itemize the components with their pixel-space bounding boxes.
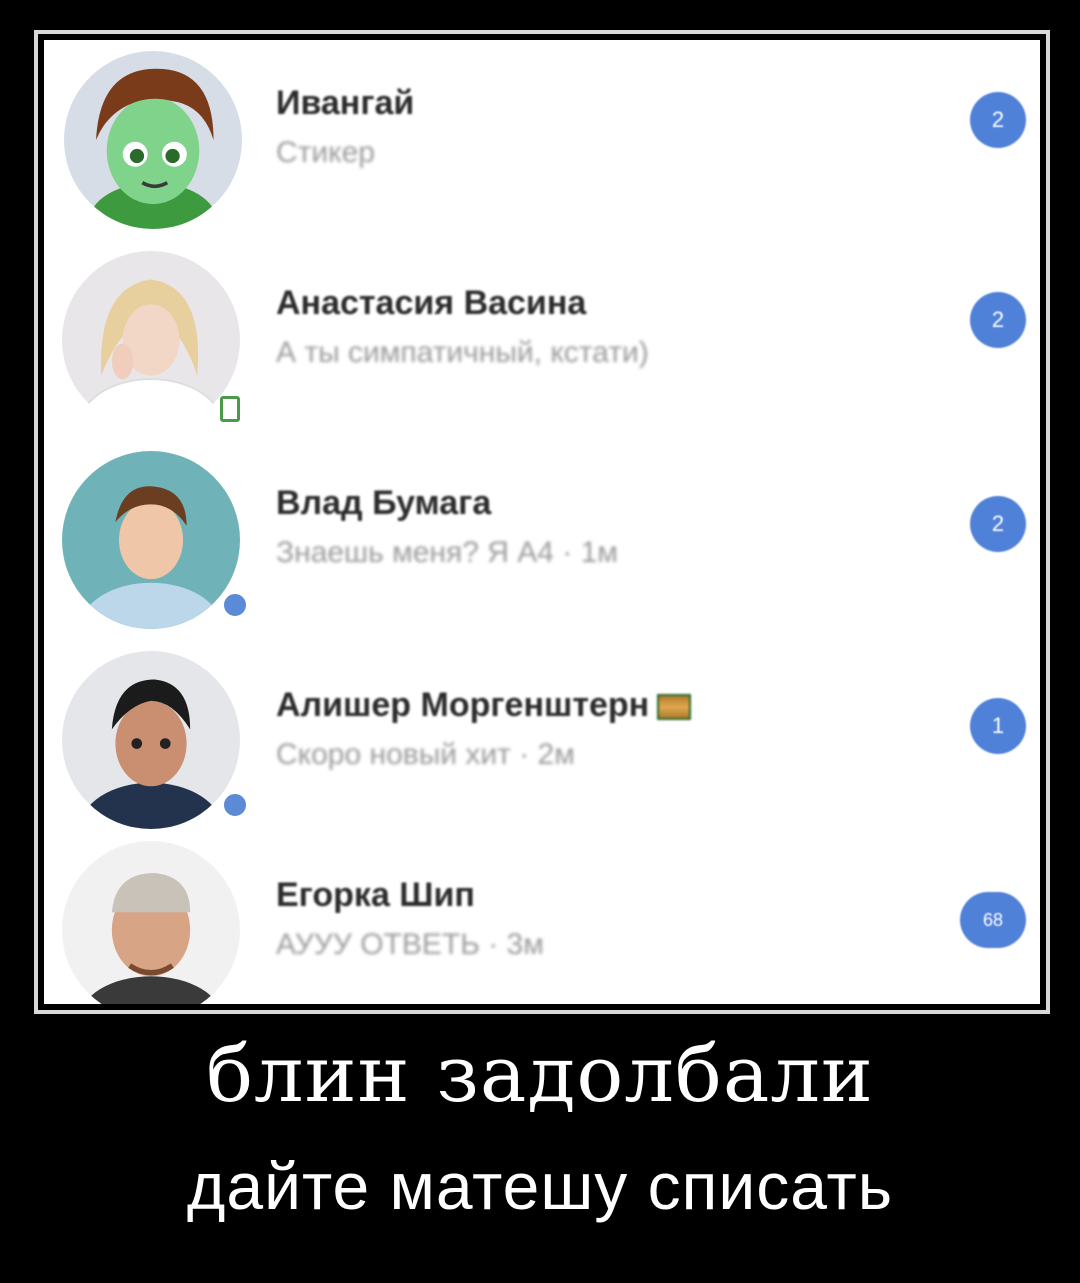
dialog-row[interactable]: Анастасия Васина А ты симпатичный, кстат…: [44, 240, 1040, 440]
dialog-message: Скоро новый хит · 2м: [276, 738, 575, 771]
unread-badge: 68: [960, 892, 1026, 948]
dialog-row[interactable]: Влад Бумага Знаешь меня? Я А4 · 1м 2: [44, 440, 1040, 640]
dialog-row[interactable]: Алишер Моргенштерн Скоро новый хит · 2м …: [44, 640, 1040, 840]
caption-title: блин задолбали: [206, 1030, 874, 1120]
dialog-list: Ивангай Стикер 2 Анастасия Васина А ты с…: [44, 40, 1040, 1004]
dialog-message: А ты симпатичный, кстати): [276, 336, 649, 369]
unread-badge: 2: [970, 292, 1026, 348]
dialog-name: Алишер Моргенштерн: [276, 686, 692, 725]
avatar: [64, 51, 242, 229]
avatar: [62, 451, 240, 629]
dialog-name: Ивангай: [276, 84, 415, 122]
caption-subtitle: дайте матешу списать: [186, 1149, 894, 1223]
dialog-name: Анастасия Васина: [276, 284, 587, 322]
dialog-name: Влад Бумага: [276, 484, 492, 522]
unread-badge: 2: [970, 92, 1026, 148]
avatar: [62, 251, 240, 429]
user-photo-icon: [62, 651, 240, 829]
user-photo-icon: [62, 251, 240, 429]
online-indicator-icon: [220, 590, 250, 620]
emoji-icon: [657, 694, 692, 721]
mobile-online-icon: [220, 396, 240, 422]
unread-badge: 2: [970, 496, 1026, 552]
dialog-row[interactable]: Егорка Шип АУУУ ОТВЕТЬ · 3м 68: [44, 830, 1040, 1004]
user-photo-icon: [62, 841, 240, 1004]
dialog-name: Егорка Шип: [276, 876, 475, 914]
dialog-name-text: Алишер Моргенштерн: [276, 686, 650, 724]
dialog-row[interactable]: Ивангай Стикер 2: [44, 40, 1040, 240]
dialog-message: Стикер: [276, 136, 375, 169]
user-photo-icon: [62, 451, 240, 629]
avatar: [62, 841, 240, 1004]
online-indicator-icon: [220, 790, 250, 820]
cartoon-avatar-icon: [64, 51, 242, 229]
dialog-message: Знаешь меня? Я А4 · 1м: [276, 536, 618, 569]
meme-frame: Ивангай Стикер 2 Анастасия Васина А ты с…: [34, 30, 1050, 1014]
dialog-message: АУУУ ОТВЕТЬ · 3м: [276, 928, 544, 961]
unread-badge: 1: [970, 698, 1026, 754]
avatar: [62, 651, 240, 829]
